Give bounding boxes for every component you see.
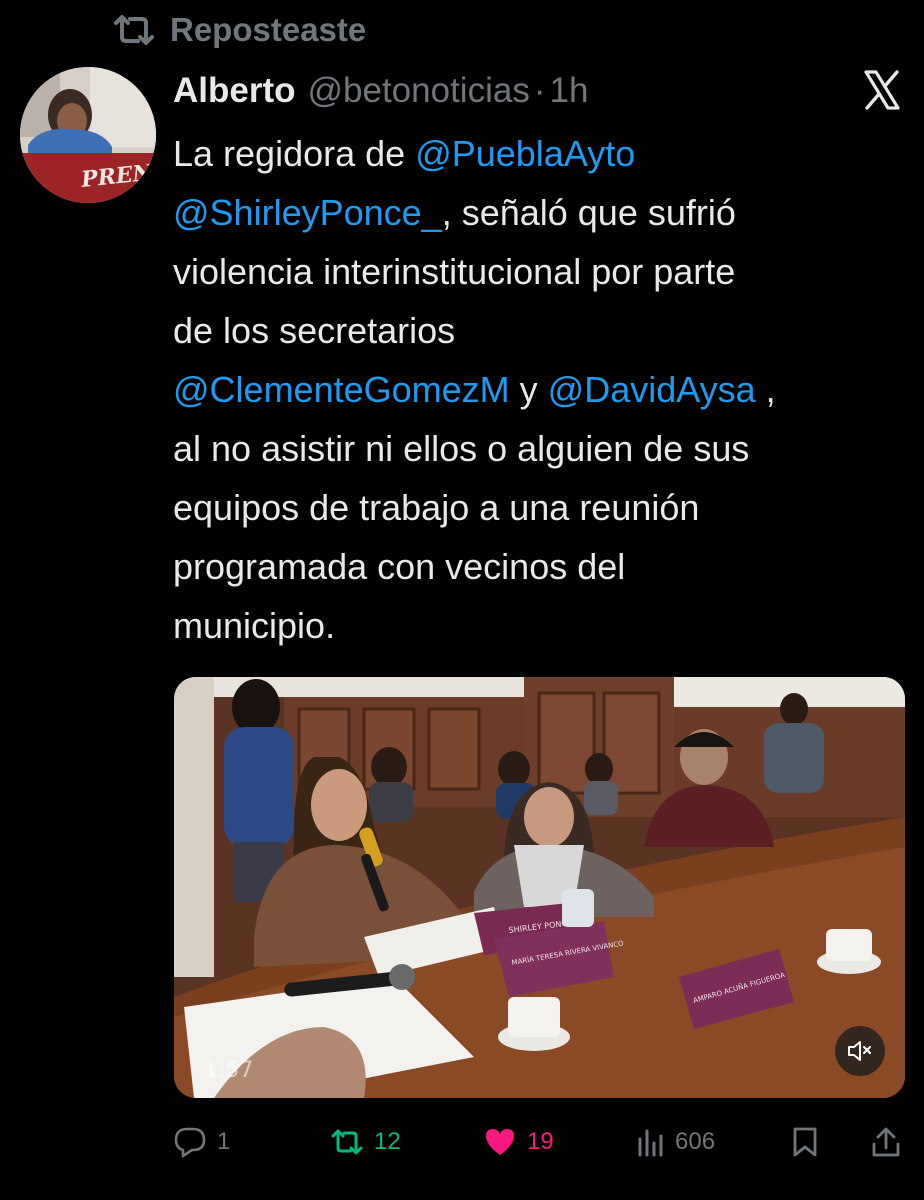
reply-count: 1 [217, 1128, 231, 1155]
tweet-line-5: @ClementeGomezM y @DavidAysa , [173, 360, 913, 419]
author-avatar[interactable]: PRENS [20, 67, 156, 203]
tweet-line-1: La regidora de @PueblaAyto [173, 124, 913, 183]
header-separator: · [533, 71, 546, 110]
reply-button[interactable]: 1 [173, 1118, 230, 1166]
tweet-text: La regidora de @PueblaAyto @ShirleyPonce… [173, 124, 913, 655]
repost-count: 12 [374, 1128, 401, 1155]
bookmark-icon [792, 1126, 818, 1158]
volume-muted-icon [847, 1040, 873, 1062]
tweet-video[interactable]: SHIRLEY PONCE MARÍA TERESA RIVERA VIVANC… [174, 677, 905, 1098]
mention-davidaysa[interactable]: @DavidAysa [548, 369, 756, 410]
reply-icon [173, 1126, 207, 1158]
tweet-timestamp[interactable]: 1h [549, 71, 588, 111]
author-name[interactable]: Alberto [173, 71, 296, 111]
repost-icon [112, 13, 156, 47]
like-count: 19 [527, 1128, 554, 1155]
mention-pueblaayto[interactable]: @PueblaAyto [415, 133, 635, 174]
mute-button[interactable] [835, 1026, 885, 1076]
tweet-actions: 1 12 19 606 [0, 1118, 924, 1166]
tweet-line-4: de los secretarios [173, 310, 456, 351]
tweet-line-7: equipos de trabajo a una reunión [173, 487, 700, 528]
tweet-line-2: @ShirleyPonce_, señaló que sufrió [173, 183, 913, 242]
text-segment: , [755, 369, 776, 410]
views-chart-icon [637, 1127, 665, 1157]
views-button[interactable]: 606 [637, 1118, 715, 1166]
video-timestamp: 1:57 [204, 1058, 253, 1083]
tweet-line-6: al no asistir ni ellos o alguien de sus [173, 428, 750, 469]
views-count: 606 [675, 1128, 716, 1155]
tweet-line-9: municipio. [173, 605, 336, 646]
text-segment: La regidora de [173, 133, 416, 174]
repost-banner: Reposteaste [112, 8, 366, 52]
bookmark-button[interactable] [792, 1118, 818, 1166]
tweet-line-8: programada con vecinos del [173, 546, 626, 587]
like-button[interactable]: 19 [483, 1118, 554, 1166]
x-logo-icon[interactable] [864, 70, 900, 110]
text-segment: , señaló que sufrió [441, 192, 736, 233]
mention-shirleyponce[interactable]: @ShirleyPonce_ [173, 192, 442, 233]
repost-button[interactable]: 12 [330, 1118, 401, 1166]
repost-label: Reposteaste [170, 11, 367, 48]
repost-icon [330, 1127, 364, 1157]
tweet-line-3: violencia interinstitucional por parte [173, 251, 736, 292]
author-handle[interactable]: @betonoticias [308, 71, 530, 111]
share-button[interactable] [871, 1118, 901, 1166]
mention-clementegomezm[interactable]: @ClementeGomezM [173, 369, 510, 410]
share-icon [871, 1126, 901, 1158]
tweet-header: Alberto @betonoticias · 1h [173, 66, 588, 116]
heart-icon [483, 1127, 517, 1157]
text-segment: y [509, 369, 548, 410]
